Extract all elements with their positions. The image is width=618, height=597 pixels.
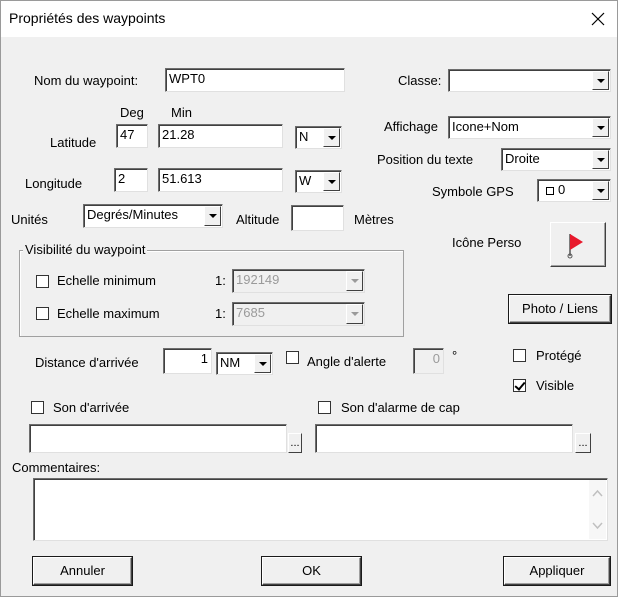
scroll-up-icon	[592, 489, 603, 497]
ok-button[interactable]: OK	[262, 557, 361, 585]
angle-alerte-unit: °	[452, 348, 458, 363]
angle-alerte-label: Angle d'alerte	[307, 354, 387, 369]
longitude-hemisphere-select[interactable]: W	[295, 170, 342, 193]
chevron-down-icon	[323, 172, 340, 191]
affichage-select[interactable]: Icone+Nom	[448, 116, 611, 139]
visibility-group-label: Visibilité du waypoint	[23, 242, 148, 257]
photo-liens-button[interactable]: Photo / Liens	[509, 295, 611, 323]
window-title: Propriétés des waypoints	[9, 10, 166, 26]
echelle-min-prefix: 1:	[215, 273, 226, 288]
waypoint-name-input[interactable]: WPT0	[165, 68, 345, 92]
son-arrivee-input[interactable]	[29, 424, 287, 453]
son-arrivee-browse-button[interactable]: ...	[288, 433, 302, 453]
chevron-down-icon	[592, 71, 609, 90]
position-texte-select[interactable]: Droite	[501, 148, 611, 171]
echelle-max-checkbox[interactable]	[36, 307, 49, 320]
son-arrivee-label: Son d'arrivée	[53, 400, 130, 415]
visible-label: Visible	[536, 378, 575, 393]
distance-unit-select[interactable]: NM	[216, 352, 273, 375]
commentaires-textarea[interactable]	[33, 478, 608, 541]
chevron-down-icon	[346, 271, 363, 291]
appliquer-button[interactable]: Appliquer	[504, 557, 610, 585]
latitude-label: Latitude	[50, 135, 97, 150]
close-icon	[591, 12, 605, 26]
waypoint-name-label: Nom du waypoint:	[34, 73, 139, 88]
son-alarme-label: Son d'alarme de cap	[341, 400, 460, 415]
distance-label: Distance d'arrivée	[35, 355, 139, 370]
distance-input[interactable]: 1	[163, 348, 212, 374]
echelle-min-select: 192149	[232, 269, 365, 293]
gps-symbol-icon	[546, 186, 554, 195]
angle-alerte-checkbox[interactable]	[286, 351, 299, 364]
echelle-max-label: Echelle maximum	[57, 306, 160, 321]
position-texte-label: Position du texte	[377, 152, 474, 167]
classe-label: Classe:	[398, 73, 442, 88]
echelle-min-label: Echelle minimum	[57, 273, 156, 288]
classe-select[interactable]	[448, 69, 611, 92]
chevron-down-icon	[346, 304, 363, 324]
deg-header: Deg	[120, 105, 144, 120]
echelle-max-select: 7685	[232, 302, 365, 326]
min-header: Min	[171, 105, 192, 120]
longitude-label: Longitude	[25, 176, 83, 191]
echelle-max-prefix: 1:	[215, 306, 226, 321]
flag-icon	[567, 234, 583, 259]
longitude-deg-input[interactable]: 2	[114, 168, 148, 192]
icone-perso-label: Icône Perso	[452, 235, 522, 250]
longitude-min-input[interactable]: 51.613	[158, 168, 283, 192]
scroll-down-icon	[592, 522, 603, 530]
chevron-down-icon	[204, 206, 221, 226]
close-button[interactable]	[585, 6, 611, 32]
unites-label: Unités	[11, 212, 48, 227]
annuler-button[interactable]: Annuler	[33, 557, 132, 585]
chevron-down-icon	[323, 128, 340, 147]
latitude-deg-input[interactable]: 47	[116, 124, 148, 148]
angle-alerte-input: 0	[413, 348, 444, 374]
altitude-input[interactable]	[291, 205, 344, 231]
son-alarme-checkbox[interactable]	[318, 401, 331, 414]
altitude-unit: Mètres	[354, 212, 394, 227]
commentaires-scrollbar[interactable]	[589, 480, 606, 539]
son-alarme-browse-button[interactable]: ...	[575, 433, 591, 453]
icone-perso-button[interactable]	[550, 222, 606, 267]
altitude-label: Altitude	[236, 212, 280, 227]
affichage-label: Affichage	[384, 119, 438, 134]
latitude-min-input[interactable]: 21.28	[158, 124, 283, 148]
dialog-window: Propriétés des waypoints Nom du waypoint…	[0, 0, 618, 597]
protege-checkbox[interactable]	[513, 349, 526, 362]
title-bar: Propriétés des waypoints	[1, 1, 617, 37]
symbole-gps-select[interactable]: 0	[537, 179, 611, 202]
chevron-down-icon	[592, 150, 609, 169]
son-alarme-input[interactable]	[315, 424, 573, 453]
echelle-min-checkbox[interactable]	[36, 275, 49, 288]
commentaires-label: Commentaires:	[12, 460, 101, 475]
latitude-hemisphere-select[interactable]: N	[295, 126, 342, 149]
unites-select[interactable]: Degrés/Minutes	[83, 204, 223, 228]
symbole-gps-label: Symbole GPS	[432, 184, 514, 199]
chevron-down-icon	[592, 118, 609, 137]
chevron-down-icon	[592, 181, 609, 200]
visible-checkbox[interactable]	[513, 379, 526, 392]
son-arrivee-checkbox[interactable]	[31, 401, 44, 414]
chevron-down-icon	[254, 354, 271, 373]
protege-label: Protégé	[536, 348, 582, 363]
